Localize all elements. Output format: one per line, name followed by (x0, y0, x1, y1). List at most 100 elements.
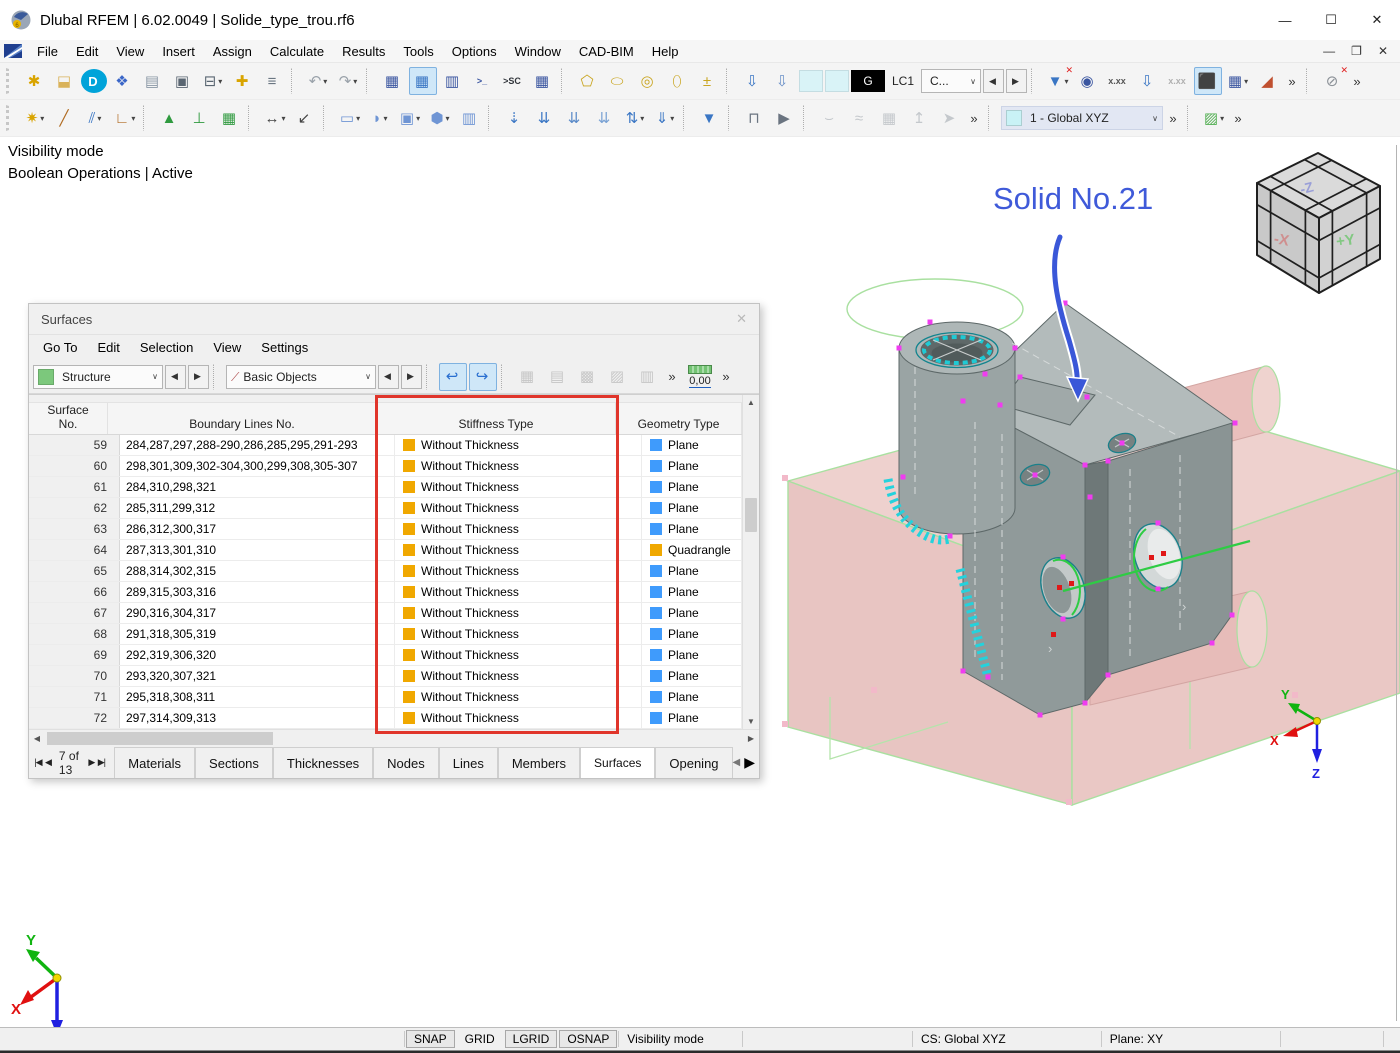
panel-menu-item[interactable]: Settings (251, 335, 318, 360)
more-results-chevron[interactable]: » (966, 104, 984, 132)
select-lasso-icon[interactable]: ⬯ (664, 67, 692, 95)
table-tab[interactable]: Lines (438, 747, 498, 778)
new-nurbs-surface-icon[interactable]: ◗ ▾ (366, 104, 394, 132)
scroll-right-icon[interactable]: ▶ (743, 734, 759, 743)
table-tools-icon[interactable]: ▥ (439, 67, 467, 95)
import-loads-icon[interactable]: ⇩ (769, 67, 797, 95)
visibility-swatch-1[interactable] (799, 70, 823, 92)
load-case-combo[interactable]: C... ∨ (921, 69, 982, 93)
scroll-up-icon[interactable]: ▲ (743, 395, 759, 410)
delete-row-icon[interactable]: ▨ (604, 363, 632, 391)
table-row[interactable]: 62 285,311,299,312 Without Thickness Pla… (29, 498, 742, 519)
table-row[interactable]: 66 289,315,303,316 Without Thickness Pla… (29, 582, 742, 603)
table-row[interactable]: 68 291,318,305,319 Without Thickness Pla… (29, 624, 742, 645)
table-header-row[interactable]: Surface No. Boundary Lines No. Stiffness … (29, 403, 742, 435)
panel-close-icon[interactable]: ✕ (736, 311, 747, 327)
horizontal-scroll-thumb[interactable] (47, 732, 273, 745)
new-report-icon[interactable]: ✚ (229, 67, 257, 95)
table-tab[interactable]: Surfaces (580, 747, 656, 778)
cube-face-y-label[interactable]: +Y (1335, 231, 1356, 250)
print-icon[interactable]: ⊟ ▾ (199, 67, 227, 95)
result-solids-icon[interactable]: ▦ (876, 104, 904, 132)
menu-item[interactable]: Insert (153, 40, 204, 62)
panel-menu-item[interactable]: View (203, 335, 251, 360)
new-member-load-icon[interactable]: ⇊ (531, 104, 559, 132)
tabs-scroll-right-icon[interactable]: ▶ (744, 754, 755, 771)
minimize-button[interactable]: — (1262, 0, 1308, 40)
table-tab[interactable]: Thicknesses (272, 747, 374, 778)
select-polygon-icon[interactable]: ⬠ (574, 67, 602, 95)
prev-load-case-button[interactable]: ◀ (983, 69, 1005, 93)
cube-face-x-label[interactable]: -X (1273, 230, 1291, 249)
last-page-button[interactable]: ▶| (96, 753, 106, 773)
assign-pick-icon[interactable]: ↩ (439, 362, 467, 391)
open-model-icon[interactable]: ⬓ (51, 67, 79, 95)
tabs-scroll-left-icon[interactable]: ◀ (733, 757, 741, 768)
menu-item[interactable]: Help (643, 40, 688, 62)
visibility-swatch-2[interactable] (825, 70, 849, 92)
table-row[interactable]: 70 293,320,307,321 Without Thickness Pla… (29, 666, 742, 687)
table-row[interactable]: 71 295,318,308,311 Without Thickness Pla… (29, 687, 742, 708)
filter-loads-off-icon[interactable]: ▼ ▾ ✕ (1044, 65, 1073, 95)
lgrid-toggle[interactable]: LGRID (504, 1030, 558, 1048)
header-boundary-lines[interactable]: Boundary Lines No. (108, 403, 377, 434)
more-plane-chevron[interactable]: » (1230, 104, 1248, 132)
menu-item[interactable]: File (28, 40, 67, 62)
table-row[interactable]: 59 284,287,297,288-290,286,285,295,291-2… (29, 435, 742, 456)
add-row-icon[interactable]: ▩ (574, 363, 602, 391)
structure-next-button[interactable]: ▶ (188, 364, 209, 389)
prev-page-button[interactable]: ◀ (43, 753, 53, 773)
show-hidden-objects-icon[interactable]: ◉ (1074, 67, 1102, 95)
select-plus-minus-icon[interactable]: ± (694, 67, 722, 95)
panel-menu-item[interactable]: Edit (87, 335, 129, 360)
table-vertical-scrollbar[interactable]: ▲ ▼ (742, 395, 759, 729)
new-node-icon[interactable]: ✷ ▾ (21, 104, 49, 132)
console-icon[interactable]: >_ (469, 67, 497, 95)
table-grid-view-icon[interactable]: ▦ (409, 67, 437, 95)
surfaces-panel-titlebar[interactable]: Surfaces ✕ (29, 304, 759, 335)
title-bar[interactable]: 6 Dlubal RFEM | 6.02.0049 | Solide_type_… (0, 0, 1400, 40)
category-prev-button[interactable]: ◀ (378, 364, 399, 389)
save-icon[interactable]: ▣ (169, 67, 197, 95)
new-line-support-icon[interactable]: ⊥ (186, 104, 214, 132)
structure-prev-button[interactable]: ◀ (165, 364, 186, 389)
3d-viewport[interactable]: Visibility mode Boolean Operations | Act… (0, 137, 1400, 1027)
menu-item[interactable]: View (107, 40, 153, 62)
edit-rows-icon[interactable]: ▤ (544, 363, 572, 391)
dlubal-d-icon[interactable]: D (81, 69, 107, 93)
more-cs-chevron[interactable]: » (1165, 104, 1183, 132)
frame-view-icon[interactable]: ⊓ (741, 104, 769, 132)
header-surface-no[interactable]: Surface No. (29, 403, 108, 434)
new-model-icon[interactable]: ✱ (21, 67, 49, 95)
hide-numbering-icon[interactable]: x.xx (1104, 67, 1132, 95)
report-icon[interactable]: ≡ (259, 67, 287, 95)
menu-item[interactable]: Options (443, 40, 506, 62)
coordinate-system-combo[interactable]: 1 - Global XYZ ∨ (1001, 106, 1163, 130)
show-load-values-icon[interactable]: ⇩ (1134, 67, 1162, 95)
table-row[interactable]: 69 292,319,306,320 Without Thickness Pla… (29, 645, 742, 666)
redo-icon[interactable]: ↷ ▾ (334, 67, 362, 95)
new-imposed-deformation-icon[interactable]: ⇅ ▾ (621, 104, 649, 132)
display-grid-icon[interactable]: ▦ ▾ (1224, 67, 1252, 95)
new-line-load-icon[interactable]: ⇊ (561, 104, 589, 132)
numbering-off-icon[interactable]: x.xx (1164, 67, 1192, 95)
script-console-icon[interactable]: >SC (499, 67, 527, 95)
new-opening-icon[interactable]: ▣ ▾ (396, 104, 424, 132)
zoom-cancel-icon[interactable]: ⊘ ✕ (1319, 65, 1348, 95)
generated-loads-icon[interactable]: ⇩ (739, 67, 767, 95)
scroll-down-icon[interactable]: ▼ (743, 714, 759, 729)
mdi-close-icon[interactable]: ✕ (1378, 44, 1388, 58)
mdi-minimize-icon[interactable]: — (1323, 44, 1335, 58)
table-horizontal-scrollbar[interactable]: ◀ ▶ (29, 729, 759, 747)
header-geometry-type[interactable]: Geometry Type (616, 403, 742, 434)
table-tab[interactable]: Sections (195, 747, 273, 778)
more-zoom-chevron[interactable]: » (1349, 67, 1367, 95)
dimension-icon[interactable]: ↔ ▾ (261, 104, 289, 132)
panel-menu-item[interactable]: Selection (130, 335, 203, 360)
more-panel-chevron[interactable]: » (718, 363, 736, 391)
select-ellipse-icon[interactable]: ⬭ (604, 67, 632, 95)
edit-table-icon[interactable]: ▦ (514, 363, 542, 391)
result-diagram-icon[interactable]: ⌣ (816, 104, 844, 132)
menu-item[interactable]: Window (506, 40, 570, 62)
new-surface-icon[interactable]: ▭ ▾ (336, 104, 364, 132)
